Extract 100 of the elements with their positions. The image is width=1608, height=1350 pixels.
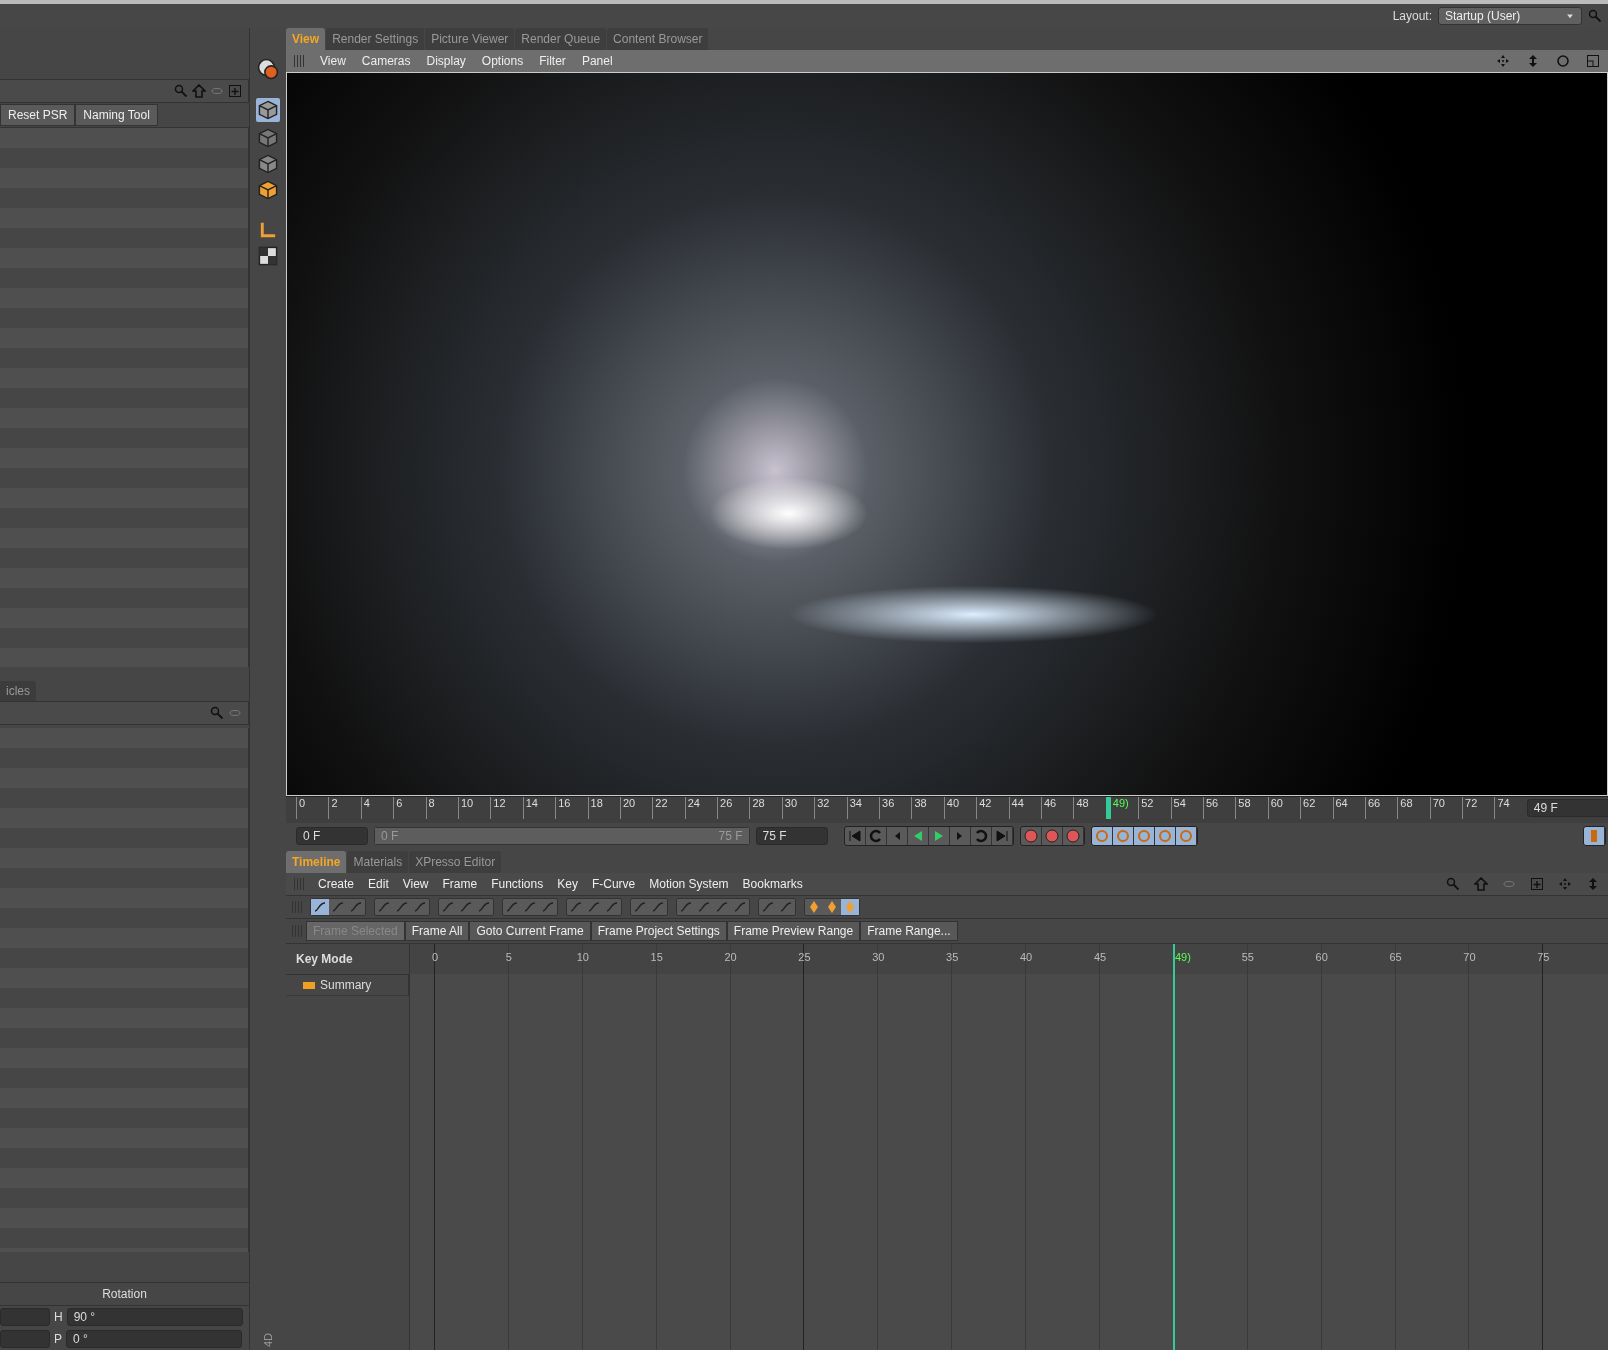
tool-button[interactable]: Reset PSR [0, 104, 76, 127]
start-frame-field[interactable]: 0 F [296, 827, 368, 845]
track-name[interactable]: Summary [320, 978, 372, 992]
cube-icon[interactable] [258, 128, 278, 148]
menu-item[interactable]: View [402, 877, 429, 891]
home-icon[interactable] [1474, 877, 1488, 891]
menu-item[interactable]: Create [318, 877, 355, 891]
frame-label: 30 [872, 951, 885, 963]
side-label: 4D [262, 1332, 274, 1348]
panel-tab[interactable]: Render Queue [515, 28, 607, 50]
frame-label: 68 [1397, 797, 1430, 819]
frame-label: 2 [328, 797, 361, 819]
frame-label: 38 [911, 797, 944, 819]
menu-item[interactable]: Edit [368, 877, 389, 891]
end-frame-field[interactable]: 75 F [755, 827, 828, 845]
frame-label: 8 [425, 797, 458, 819]
frame-label: 24 [684, 797, 718, 819]
cube-icon[interactable] [258, 154, 278, 174]
section-heading: Rotation [0, 1282, 249, 1306]
frame-button[interactable]: Goto Current Frame [469, 921, 591, 941]
frame-label: 40 [1020, 951, 1033, 963]
frame-label: 10 [576, 951, 589, 963]
tool-button[interactable]: Naming Tool [75, 104, 158, 127]
menu-item[interactable]: Key [557, 877, 578, 891]
menu-item[interactable]: Panel [581, 54, 613, 68]
menu-item[interactable]: F-Curve [591, 877, 636, 891]
search-icon[interactable] [1588, 9, 1602, 23]
frame-label: 16 [555, 797, 588, 819]
frame-button[interactable]: Frame Preview Range [726, 921, 861, 941]
frame-label: 60 [1267, 797, 1301, 819]
axis-icon[interactable] [258, 220, 278, 240]
playhead[interactable]: 49) [1174, 951, 1191, 963]
menu-item[interactable]: Motion System [649, 877, 729, 891]
cube-icon[interactable] [258, 100, 278, 120]
frame-label: 6 [393, 797, 426, 819]
menu-item[interactable]: Display [426, 54, 466, 68]
frame-label: 70 [1463, 951, 1476, 963]
edit-mode-icon[interactable] [313, 900, 327, 914]
move-icon[interactable] [1558, 877, 1572, 891]
input-field[interactable]: 0 ° [66, 1330, 242, 1348]
frame-label: 28 [749, 797, 782, 819]
frame-label: 42 [976, 797, 1009, 819]
input-field[interactable] [0, 1330, 50, 1348]
new-panel-icon[interactable] [228, 84, 242, 99]
cube-icon[interactable] [258, 180, 278, 200]
frame-label: 62 [1300, 797, 1333, 819]
mode-label: Key Mode [286, 944, 409, 975]
frame-label: 46 [1041, 797, 1074, 819]
layout-label: Layout: [1392, 9, 1432, 23]
frame-button[interactable]: Frame Range... [860, 921, 958, 941]
frame-label: 58 [1235, 797, 1268, 819]
frame-label: 36 [879, 797, 912, 819]
frame-label: 0 [296, 797, 329, 819]
menu-item[interactable]: Bookmarks [742, 877, 803, 891]
frame-label: 45 [1093, 951, 1107, 963]
curve-icon[interactable] [505, 900, 519, 914]
search-icon[interactable] [174, 84, 188, 99]
frame-label: 56 [1202, 797, 1236, 819]
frame-label: 0 [431, 951, 439, 963]
frame-button[interactable]: Frame Project Settings [590, 921, 727, 941]
home-icon[interactable] [192, 84, 206, 99]
frame-button[interactable]: Frame All [404, 921, 470, 941]
search-icon[interactable] [1446, 877, 1460, 891]
frame-label: 12 [490, 797, 523, 819]
frame-label: 22 [652, 797, 685, 819]
move-icon[interactable] [1496, 54, 1510, 68]
menu-item[interactable]: Frame [442, 877, 478, 891]
menu-item[interactable]: View [320, 54, 346, 68]
panel-tab[interactable]: Picture Viewer [425, 28, 515, 50]
curve-icon[interactable] [541, 900, 555, 914]
globe-icon[interactable] [257, 58, 279, 80]
maximize-icon[interactable] [1586, 54, 1600, 68]
frame-label: 30 [781, 797, 815, 819]
menu-item[interactable]: Functions [491, 877, 544, 891]
layout-dropdown[interactable]: Startup (User) [1438, 7, 1582, 25]
frame-label: 26 [717, 797, 750, 819]
frame-label: 20 [619, 797, 653, 819]
checker-icon[interactable] [258, 246, 278, 266]
field-label: P [54, 1332, 62, 1346]
frame-label: 18 [587, 797, 620, 819]
menu-item[interactable]: Cameras [361, 54, 411, 68]
input-field[interactable] [0, 1308, 50, 1326]
panel-tab[interactable]: icles [0, 681, 36, 701]
frame-label: 15 [650, 951, 663, 963]
search-icon[interactable] [210, 705, 224, 720]
frame-label: 20 [724, 951, 737, 963]
panel-tab[interactable]: Materials [347, 851, 409, 873]
frame-label: 55 [1241, 951, 1254, 963]
playhead[interactable]: 49) [1105, 797, 1139, 819]
input-field[interactable]: 90 ° [66, 1308, 243, 1326]
panel-tab[interactable]: Content Browser [607, 28, 709, 50]
current-frame-field[interactable]: 49 F [1526, 799, 1608, 817]
menu-item[interactable]: Options [481, 54, 524, 68]
panel-tab[interactable]: Render Settings [326, 28, 425, 50]
frame-label: 60 [1315, 951, 1328, 963]
new-panel-icon[interactable] [1530, 877, 1544, 891]
frame-label: 52 [1138, 797, 1171, 819]
frame-label: 48 [1073, 797, 1106, 819]
menu-item[interactable]: Filter [539, 54, 566, 68]
panel-tab[interactable]: XPresso Editor [409, 851, 502, 873]
